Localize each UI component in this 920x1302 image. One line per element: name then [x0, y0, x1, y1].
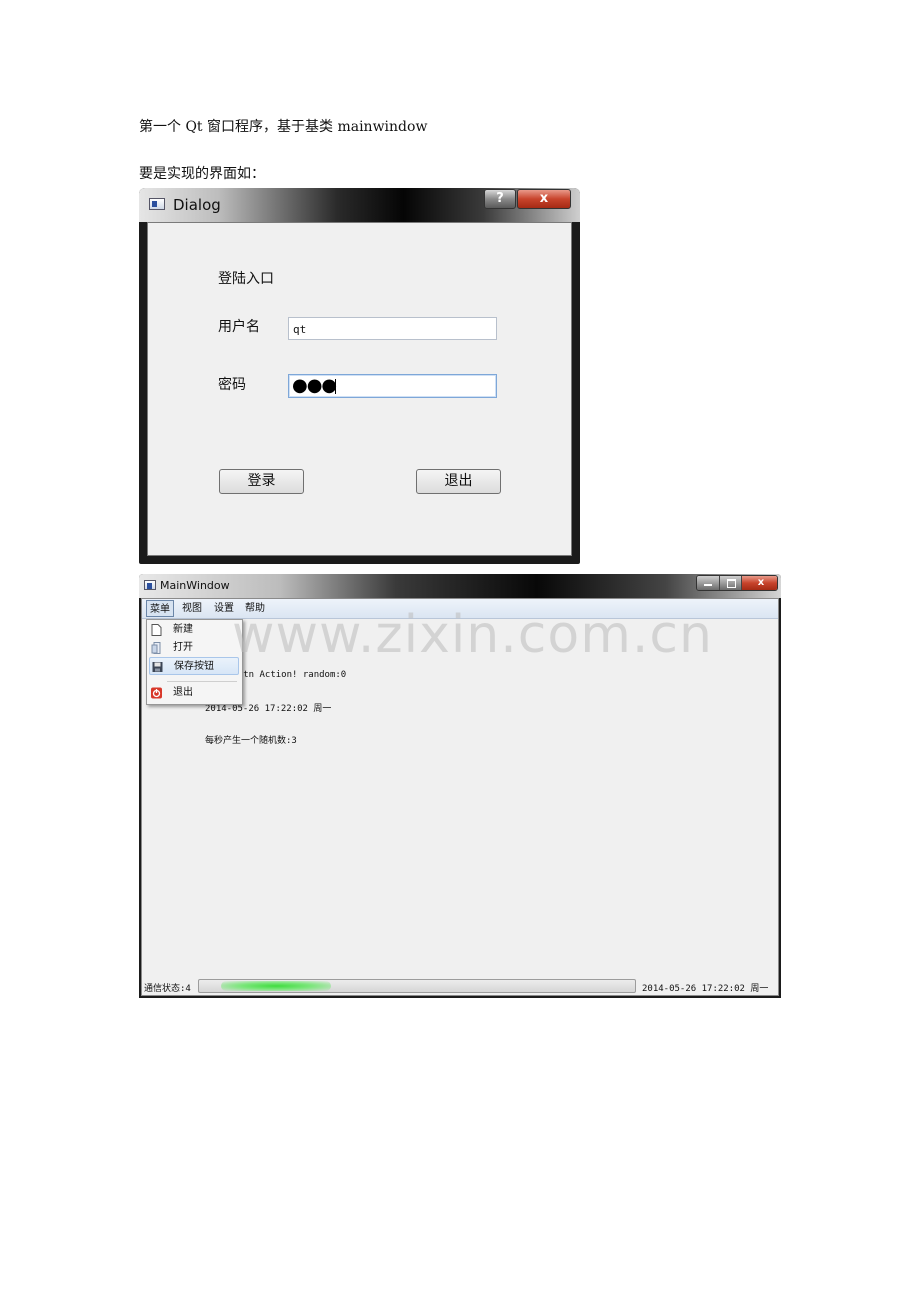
menu-separator — [167, 681, 237, 682]
save-icon — [152, 662, 163, 672]
help-icon: ? — [496, 191, 504, 206]
random-number-line: 每秒产生一个随机数:3 — [205, 736, 297, 746]
close-icon: x — [757, 577, 765, 588]
new-file-icon — [151, 624, 162, 636]
close-button[interactable]: x — [741, 576, 777, 590]
text-caret — [335, 379, 336, 394]
menu-item-save[interactable]: 保存按钮 — [149, 657, 239, 675]
login-heading: 登陆入口 — [218, 271, 274, 287]
window-app-icon — [144, 580, 156, 590]
close-button[interactable]: x — [517, 189, 571, 209]
menu-dropdown: 新建 打开 保存按钮 退出 — [146, 619, 243, 705]
minimize-button[interactable] — [697, 576, 719, 590]
login-button[interactable]: 登录 — [219, 469, 304, 494]
menu-caidan[interactable]: 菜单 — [146, 600, 174, 617]
action-log-line: w_Btn Action! random:0 — [227, 670, 347, 680]
open-file-icon — [151, 642, 161, 654]
maximize-icon — [727, 579, 736, 588]
maximize-button[interactable] — [719, 576, 742, 590]
watermark: www.zixin.com.cn — [232, 605, 713, 665]
progress-glow — [221, 981, 331, 991]
menu-view[interactable]: 视图 — [179, 600, 205, 617]
dialog-window: Dialog ? x 登陆入口 用户名 qt 密码 ●●● 登录 退出 — [139, 188, 580, 564]
menu-item-new[interactable]: 新建 — [149, 621, 239, 639]
dialog-title: Dialog — [173, 196, 221, 214]
minimize-icon — [704, 584, 712, 586]
help-button[interactable]: ? — [484, 189, 516, 209]
dialog-client-area: 登陆入口 用户名 qt 密码 ●●● 登录 退出 — [147, 222, 572, 556]
password-mask: ●●● — [292, 375, 337, 396]
close-icon: x — [539, 191, 549, 206]
status-label: 通信状态:4 — [144, 984, 191, 994]
dialog-titlebar: Dialog ? x — [139, 188, 580, 222]
main-window-title: MainWindow — [160, 579, 230, 592]
doc-line-intro: 第一个 Qt 窗口程序，基于基类 mainwindow — [139, 119, 428, 135]
main-window-titlebar: MainWindow x — [139, 574, 781, 598]
status-progress-bar — [198, 979, 636, 993]
username-value: qt — [293, 323, 307, 336]
status-bar: 通信状态:4 2014-05-26 17:22:02 周一 — [142, 977, 778, 995]
password-field[interactable]: ●●● — [288, 374, 497, 398]
doc-line-ui-desc: 要是实现的界面如： — [139, 166, 265, 182]
exit-button[interactable]: 退出 — [416, 469, 501, 494]
username-field[interactable]: qt — [288, 317, 497, 340]
window-app-icon — [149, 198, 165, 210]
menu-item-exit[interactable]: 退出 — [149, 684, 239, 702]
menu-item-open[interactable]: 打开 — [149, 639, 239, 657]
username-label: 用户名 — [218, 319, 260, 335]
power-icon — [151, 687, 162, 699]
password-label: 密码 — [218, 377, 246, 393]
status-time: 2014-05-26 17:22:02 周一 — [642, 984, 769, 994]
window-controls: x — [696, 575, 778, 591]
